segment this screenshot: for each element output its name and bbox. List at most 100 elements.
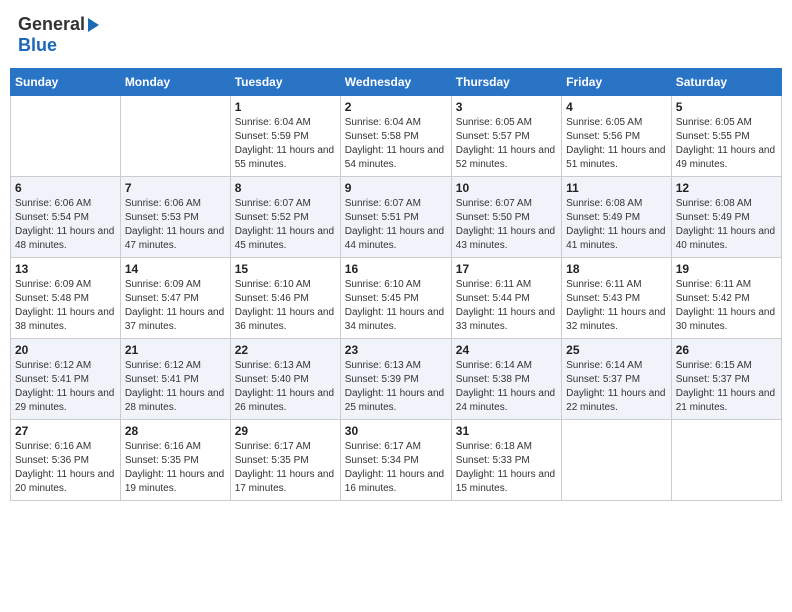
calendar-cell: 18 Sunrise: 6:11 AM Sunset: 5:43 PM Dayli… — [562, 258, 672, 339]
day-info: Sunrise: 6:07 AM Sunset: 5:50 PM Dayligh… — [456, 197, 557, 253]
calendar-week-row: 1Sunrise: 6:04 AM Sunset: 5:59 PM Daylig… — [11, 96, 782, 177]
calendar-cell — [11, 96, 121, 177]
day-number: 14 — [125, 262, 226, 276]
day-info: Sunrise: 6:07 AM Sunset: 5:51 PM Dayligh… — [345, 197, 447, 253]
logo: General Blue — [18, 14, 99, 56]
day-number: 30 — [345, 424, 447, 438]
day-number: 5 — [676, 100, 777, 114]
calendar-cell: 20 Sunrise: 6:12 AM Sunset: 5:41 PM Dayli… — [11, 339, 121, 420]
page-header: General Blue — [10, 10, 782, 60]
day-number: 4 — [566, 100, 667, 114]
calendar-cell: 21 Sunrise: 6:12 AM Sunset: 5:41 PM Dayli… — [120, 339, 230, 420]
calendar-cell: 8Sunrise: 6:07 AM Sunset: 5:52 PM Daylig… — [230, 177, 340, 258]
day-info: Sunrise: 6:04 AM Sunset: 5:58 PM Dayligh… — [345, 116, 447, 172]
day-number: 23 — [345, 343, 447, 357]
day-number: 9 — [345, 181, 447, 195]
calendar-cell: 4Sunrise: 6:05 AM Sunset: 5:56 PM Daylig… — [562, 96, 672, 177]
day-number: 25 — [566, 343, 667, 357]
day-info: Sunrise: 6:15 AM Sunset: 5:37 PM Dayligh… — [676, 359, 777, 415]
day-info: Sunrise: 6:10 AM Sunset: 5:46 PM Dayligh… — [235, 278, 336, 334]
calendar-cell: 22 Sunrise: 6:13 AM Sunset: 5:40 PM Dayli… — [230, 339, 340, 420]
day-number: 20 — [15, 343, 116, 357]
day-number: 2 — [345, 100, 447, 114]
day-info: Sunrise: 6:08 AM Sunset: 5:49 PM Dayligh… — [566, 197, 667, 253]
day-number: 18 — [566, 262, 667, 276]
day-info: Sunrise: 6:16 AM Sunset: 5:36 PM Dayligh… — [15, 440, 116, 496]
day-of-week-header: Thursday — [451, 69, 561, 96]
day-info: Sunrise: 6:05 AM Sunset: 5:55 PM Dayligh… — [676, 116, 777, 172]
day-number: 15 — [235, 262, 336, 276]
day-number: 16 — [345, 262, 447, 276]
calendar-cell: 14 Sunrise: 6:09 AM Sunset: 5:47 PM Dayli… — [120, 258, 230, 339]
calendar-cell: 17Sunrise: 6:11 AM Sunset: 5:44 PM Dayli… — [451, 258, 561, 339]
day-number: 19 — [676, 262, 777, 276]
logo-general-text: General — [18, 14, 85, 35]
day-of-week-header: Saturday — [671, 69, 781, 96]
calendar-cell — [120, 96, 230, 177]
day-of-week-header: Monday — [120, 69, 230, 96]
day-info: Sunrise: 6:18 AM Sunset: 5:33 PM Dayligh… — [456, 440, 557, 496]
calendar-cell: 19Sunrise: 6:11 AM Sunset: 5:42 PM Dayli… — [671, 258, 781, 339]
day-info: Sunrise: 6:14 AM Sunset: 5:38 PM Dayligh… — [456, 359, 557, 415]
day-number: 3 — [456, 100, 557, 114]
day-number: 17 — [456, 262, 557, 276]
day-number: 29 — [235, 424, 336, 438]
logo-arrow-icon — [88, 18, 99, 32]
day-info: Sunrise: 6:17 AM Sunset: 5:34 PM Dayligh… — [345, 440, 447, 496]
calendar-cell: 7 Sunrise: 6:06 AM Sunset: 5:53 PM Daylig… — [120, 177, 230, 258]
day-info: Sunrise: 6:13 AM Sunset: 5:40 PM Dayligh… — [235, 359, 336, 415]
day-of-week-header: Sunday — [11, 69, 121, 96]
day-number: 6 — [15, 181, 116, 195]
day-info: Sunrise: 6:14 AM Sunset: 5:37 PM Dayligh… — [566, 359, 667, 415]
calendar-week-row: 20 Sunrise: 6:12 AM Sunset: 5:41 PM Dayli… — [11, 339, 782, 420]
calendar-body: 1Sunrise: 6:04 AM Sunset: 5:59 PM Daylig… — [11, 96, 782, 501]
calendar-cell: 25 Sunrise: 6:14 AM Sunset: 5:37 PM Dayli… — [562, 339, 672, 420]
calendar-cell: 5 Sunrise: 6:05 AM Sunset: 5:55 PM Daylig… — [671, 96, 781, 177]
calendar-cell: 24 Sunrise: 6:14 AM Sunset: 5:38 PM Dayli… — [451, 339, 561, 420]
day-of-week-header: Friday — [562, 69, 672, 96]
calendar-week-row: 27 Sunrise: 6:16 AM Sunset: 5:36 PM Dayli… — [11, 420, 782, 501]
day-info: Sunrise: 6:09 AM Sunset: 5:47 PM Dayligh… — [125, 278, 226, 334]
day-number: 1 — [235, 100, 336, 114]
day-of-week-header: Tuesday — [230, 69, 340, 96]
day-info: Sunrise: 6:08 AM Sunset: 5:49 PM Dayligh… — [676, 197, 777, 253]
calendar-cell: 15 Sunrise: 6:10 AM Sunset: 5:46 PM Dayli… — [230, 258, 340, 339]
calendar-cell: 6Sunrise: 6:06 AM Sunset: 5:54 PM Daylig… — [11, 177, 121, 258]
day-info: Sunrise: 6:06 AM Sunset: 5:53 PM Dayligh… — [125, 197, 226, 253]
day-number: 11 — [566, 181, 667, 195]
day-number: 21 — [125, 343, 226, 357]
day-number: 27 — [15, 424, 116, 438]
day-info: Sunrise: 6:10 AM Sunset: 5:45 PM Dayligh… — [345, 278, 447, 334]
day-number: 10 — [456, 181, 557, 195]
calendar-cell: 10 Sunrise: 6:07 AM Sunset: 5:50 PM Dayli… — [451, 177, 561, 258]
day-of-week-header: Wednesday — [340, 69, 451, 96]
day-info: Sunrise: 6:11 AM Sunset: 5:43 PM Dayligh… — [566, 278, 667, 334]
calendar-cell: 13Sunrise: 6:09 AM Sunset: 5:48 PM Dayli… — [11, 258, 121, 339]
day-info: Sunrise: 6:12 AM Sunset: 5:41 PM Dayligh… — [125, 359, 226, 415]
day-number: 24 — [456, 343, 557, 357]
calendar-cell: 9 Sunrise: 6:07 AM Sunset: 5:51 PM Daylig… — [340, 177, 451, 258]
calendar-cell: 1Sunrise: 6:04 AM Sunset: 5:59 PM Daylig… — [230, 96, 340, 177]
day-number: 26 — [676, 343, 777, 357]
calendar-cell: 26 Sunrise: 6:15 AM Sunset: 5:37 PM Dayli… — [671, 339, 781, 420]
calendar-cell: 16 Sunrise: 6:10 AM Sunset: 5:45 PM Dayli… — [340, 258, 451, 339]
day-number: 12 — [676, 181, 777, 195]
day-number: 22 — [235, 343, 336, 357]
day-number: 8 — [235, 181, 336, 195]
calendar-cell: 12 Sunrise: 6:08 AM Sunset: 5:49 PM Dayli… — [671, 177, 781, 258]
calendar-week-row: 13Sunrise: 6:09 AM Sunset: 5:48 PM Dayli… — [11, 258, 782, 339]
calendar-cell: 31 Sunrise: 6:18 AM Sunset: 5:33 PM Dayli… — [451, 420, 561, 501]
calendar-cell: 29Sunrise: 6:17 AM Sunset: 5:35 PM Dayli… — [230, 420, 340, 501]
calendar-cell: 23Sunrise: 6:13 AM Sunset: 5:39 PM Dayli… — [340, 339, 451, 420]
day-info: Sunrise: 6:05 AM Sunset: 5:57 PM Dayligh… — [456, 116, 557, 172]
calendar-cell: 3 Sunrise: 6:05 AM Sunset: 5:57 PM Daylig… — [451, 96, 561, 177]
day-number: 28 — [125, 424, 226, 438]
calendar-cell — [562, 420, 672, 501]
calendar-table: SundayMondayTuesdayWednesdayThursdayFrid… — [10, 68, 782, 501]
calendar-week-row: 6Sunrise: 6:06 AM Sunset: 5:54 PM Daylig… — [11, 177, 782, 258]
day-info: Sunrise: 6:12 AM Sunset: 5:41 PM Dayligh… — [15, 359, 116, 415]
day-number: 31 — [456, 424, 557, 438]
logo-blue-text: Blue — [18, 35, 57, 55]
day-number: 7 — [125, 181, 226, 195]
calendar-cell: 30 Sunrise: 6:17 AM Sunset: 5:34 PM Dayli… — [340, 420, 451, 501]
